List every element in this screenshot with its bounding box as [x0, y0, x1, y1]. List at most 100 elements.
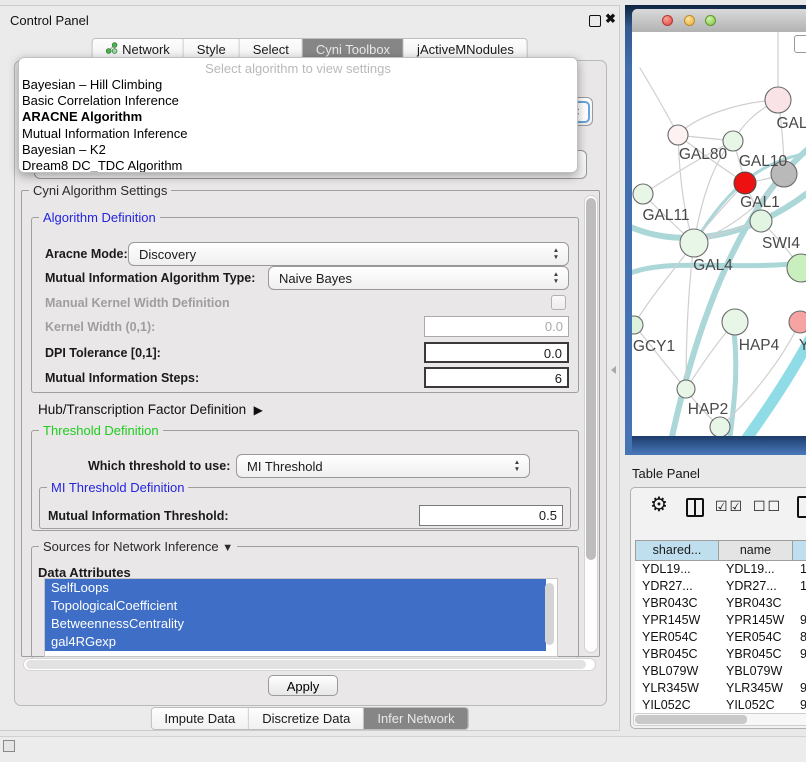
network-edge[interactable] — [729, 324, 736, 436]
close-traffic-light[interactable] — [662, 15, 673, 26]
deselect-all-columns-icon[interactable]: ☐☐ — [753, 498, 782, 515]
network-node[interactable] — [680, 229, 708, 257]
node-label-hap2: HAP2 — [688, 401, 729, 418]
scrollbar-thumb[interactable] — [586, 198, 596, 560]
algorithm-option-basic-correlation-inference[interactable]: Basic Correlation Inference — [19, 93, 577, 109]
table-row[interactable]: YLR345WYLR345W9. — [635, 680, 806, 697]
tab-label: Network — [122, 42, 170, 57]
attribute-item-betweennesscentrality[interactable]: BetweennessCentrality — [45, 615, 546, 633]
network-node[interactable] — [722, 309, 748, 335]
tab-discretize-data[interactable]: Discretize Data — [249, 708, 364, 729]
settings-vertical-scrollbar[interactable] — [584, 195, 598, 653]
aracne-mode-value: Discovery — [129, 247, 548, 262]
scrollbar-thumb[interactable] — [26, 660, 586, 669]
mi-steps-field[interactable]: 6 — [424, 367, 569, 388]
network-edge[interactable] — [634, 243, 694, 325]
mi-threshold-definition-title: MI Threshold Definition — [47, 480, 188, 495]
document-icon[interactable] — [797, 496, 806, 518]
table-row[interactable]: YBR045CYBR045C9. — [635, 646, 806, 663]
network-node[interactable] — [632, 316, 643, 334]
algorithm-option-aracne-algorithm[interactable]: ARACNE Algorithm — [19, 109, 577, 125]
table-cell: YBL079W — [719, 663, 793, 680]
table-cell: 9. — [793, 680, 806, 697]
node-label-hap4: HAP4 — [739, 337, 780, 354]
split-columns-icon[interactable] — [686, 498, 704, 517]
network-edge[interactable] — [634, 325, 686, 389]
tab-impute-data[interactable]: Impute Data — [151, 708, 249, 729]
network-node[interactable] — [789, 311, 806, 333]
table-cell: 9. — [793, 646, 806, 663]
manual-kernel-checkbox[interactable] — [551, 295, 566, 310]
float-window-icon[interactable] — [589, 15, 601, 27]
aracne-mode-combo[interactable]: Discovery ▲▼ — [128, 242, 569, 266]
collapsed-panel-icon[interactable] — [3, 740, 15, 752]
table-horizontal-scrollbar[interactable] — [633, 713, 806, 726]
network-node[interactable] — [710, 417, 730, 436]
network-edge[interactable] — [640, 68, 678, 135]
algorithm-option-mutual-information-inference[interactable]: Mutual Information Inference — [19, 126, 577, 142]
combo-stepper-icon: ▲▼ — [509, 460, 525, 472]
network-node[interactable] — [677, 380, 695, 398]
data-attributes-list[interactable]: SelfLoopsTopologicalCoefficientBetweenne… — [44, 578, 558, 657]
table-row[interactable]: YDL19...YDL19...13 — [635, 561, 806, 578]
minimize-traffic-light[interactable] — [684, 15, 695, 26]
kernel-width-field[interactable]: 0.0 — [424, 316, 569, 337]
network-node[interactable] — [668, 125, 688, 145]
column-header-name[interactable]: name — [719, 540, 793, 561]
table-row[interactable]: YDR27...YDR27...12 — [635, 578, 806, 595]
algorithm-dropdown-popup: Select algorithm to view settings Bayesi… — [18, 57, 578, 173]
algorithm-option-dream8-dc-tdc-algorithm[interactable]: Dream8 DC_TDC Algorithm — [19, 158, 577, 173]
apply-button[interactable]: Apply — [268, 675, 338, 696]
birdseye-overlay[interactable] — [794, 35, 806, 53]
table-cell — [793, 595, 806, 612]
mi-type-combo[interactable]: Naive Bayes ▲▼ — [268, 266, 569, 290]
sources-group-title[interactable]: Sources for Network Inference ▼ — [39, 539, 237, 554]
attribute-item-selfloops[interactable]: SelfLoops — [45, 579, 546, 597]
tab-label: Infer Network — [377, 711, 454, 726]
table-panel-card: ⚙ ☑☑ ☐☐ shared...nameA YDL19...YDL19...1… — [630, 487, 806, 729]
attribute-item-topologicalcoefficient[interactable]: TopologicalCoefficient — [45, 597, 546, 615]
network-view-window: GALGAL80GAL10GAL1GAL11SWI4GAL4GCY1HAP4YH… — [625, 5, 806, 455]
column-header-a[interactable]: A — [793, 540, 806, 561]
table-cell: YBR045C — [719, 646, 793, 663]
network-node[interactable] — [633, 184, 653, 204]
network-canvas[interactable]: GALGAL80GAL10GAL1GAL11SWI4GAL4GCY1HAP4YH… — [632, 32, 806, 436]
attribute-item-gal4rgexp[interactable]: gal4RGexp — [45, 633, 546, 651]
table-row[interactable]: YPR145WYPR145W9. — [635, 612, 806, 629]
table-row[interactable]: YBR043CYBR043C — [635, 595, 806, 612]
dpi-tolerance-field[interactable]: 0.0 — [424, 342, 569, 363]
table-cell — [793, 663, 806, 680]
column-header-shared[interactable]: shared... — [635, 540, 719, 561]
hub-definition-toggle[interactable]: Hub/Transcription Factor Definition ▶ — [38, 402, 263, 417]
network-window-titlebar[interactable] — [632, 9, 806, 32]
close-icon[interactable]: ✖ — [605, 11, 616, 27]
node-label-swi4: SWI4 — [762, 235, 800, 252]
gear-icon[interactable]: ⚙ — [650, 492, 668, 517]
mi-threshold-field[interactable]: 0.5 — [419, 505, 563, 526]
network-node[interactable] — [750, 210, 772, 232]
control-panel-window: Control Panel ✖ NetworkStyleSelectCyni T… — [0, 5, 620, 731]
which-threshold-label: Which threshold to use: — [88, 459, 230, 473]
network-graph: GALGAL80GAL10GAL1GAL11SWI4GAL4GCY1HAP4YH… — [632, 32, 806, 436]
scrollbar-thumb[interactable] — [635, 715, 747, 724]
table-cell: YDL19... — [635, 561, 719, 578]
algorithm-option-bayesian-hill-climbing[interactable]: Bayesian – Hill Climbing — [19, 77, 577, 93]
tab-infer-network[interactable]: Infer Network — [364, 708, 467, 729]
which-threshold-combo[interactable]: MI Threshold ▲▼ — [236, 454, 530, 478]
network-node[interactable] — [765, 87, 791, 113]
table-row[interactable]: YBL079WYBL079W — [635, 663, 806, 680]
algorithm-option-bayesian-k2[interactable]: Bayesian – K2 — [19, 142, 577, 158]
table-row[interactable]: YIL052CYIL052C9. — [635, 697, 806, 714]
list-scrollbar-thumb[interactable] — [545, 583, 554, 645]
table-cell: YER054C — [719, 629, 793, 646]
network-edge[interactable] — [678, 100, 778, 135]
network-node[interactable] — [787, 254, 806, 282]
table-row[interactable]: YER054CYER054C8. — [635, 629, 806, 646]
splitpane-collapse-handle[interactable] — [611, 366, 616, 374]
network-node[interactable] — [734, 172, 756, 194]
select-all-columns-icon[interactable]: ☑☑ — [715, 498, 744, 515]
table-cell: YIL052C — [635, 697, 719, 714]
zoom-traffic-light[interactable] — [705, 15, 716, 26]
network-icon — [105, 42, 117, 57]
settings-horizontal-scrollbar[interactable] — [23, 658, 596, 671]
